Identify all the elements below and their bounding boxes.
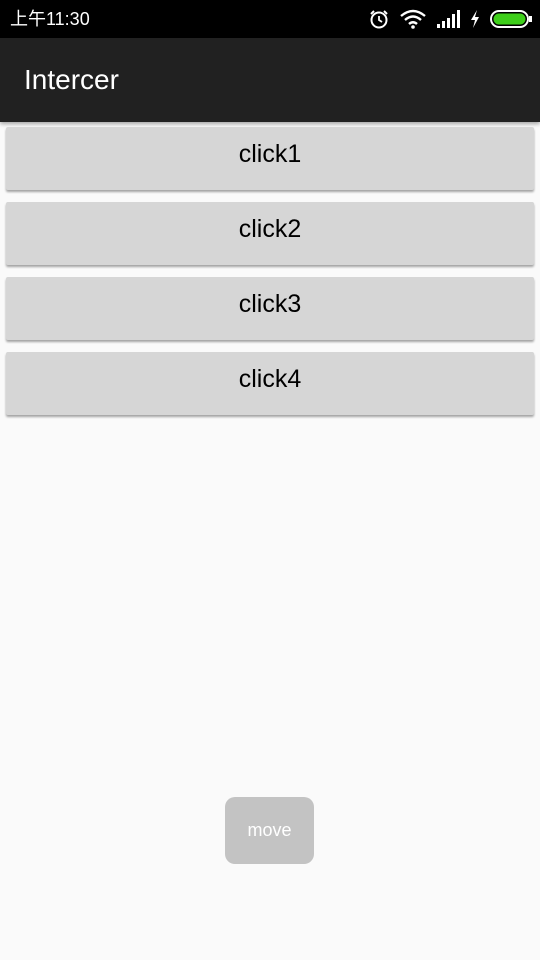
battery-icon <box>490 10 532 28</box>
wifi-icon <box>400 9 426 29</box>
click2-button[interactable]: click2 <box>6 202 534 265</box>
click4-button[interactable]: click4 <box>6 352 534 415</box>
status-icons <box>368 0 532 38</box>
app-bar: Intercer <box>0 38 540 122</box>
status-time: 上午11:30 <box>10 9 90 29</box>
app-title: Intercer <box>24 64 119 95</box>
status-bar: 上午11:30 <box>0 0 540 38</box>
alarm-icon <box>368 8 390 30</box>
button-list: click1 click2 click3 click4 <box>6 127 534 427</box>
move-button[interactable]: move <box>225 797 314 864</box>
signal-icon <box>436 10 460 28</box>
charging-icon <box>470 10 480 28</box>
click1-button[interactable]: click1 <box>6 127 534 190</box>
click3-button[interactable]: click3 <box>6 277 534 340</box>
